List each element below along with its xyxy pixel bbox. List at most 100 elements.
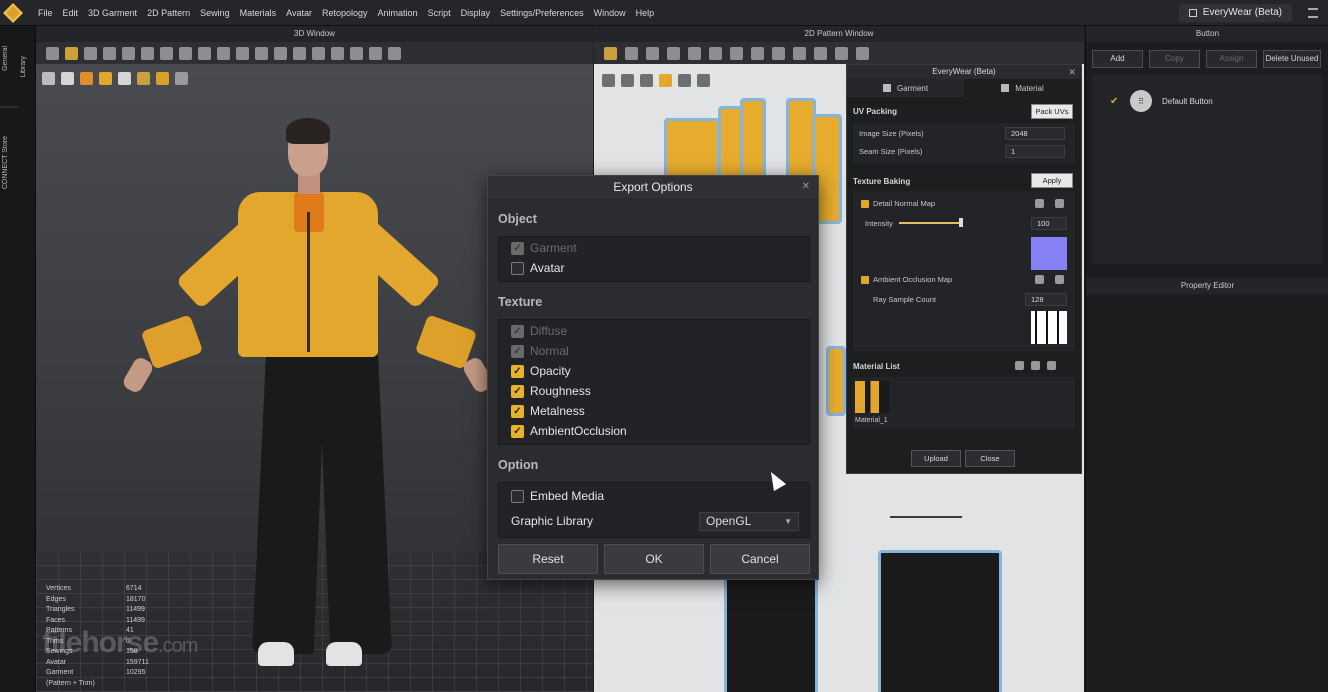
upload-button[interactable]: Upload bbox=[911, 450, 961, 467]
avatar-icon[interactable] bbox=[137, 72, 150, 85]
scissors-icon[interactable] bbox=[621, 74, 634, 87]
close-icon[interactable]: ✕ bbox=[802, 176, 810, 198]
graphic-library-select[interactable]: OpenGL ▼ bbox=[699, 512, 799, 531]
menu-item[interactable]: Materials bbox=[240, 8, 277, 18]
sewing-icon[interactable] bbox=[198, 46, 211, 60]
avatar-checkbox[interactable] bbox=[511, 261, 524, 275]
close-icon[interactable]: ✕ bbox=[1068, 65, 1076, 79]
roughness-option[interactable]: ✓ Roughness bbox=[511, 384, 591, 398]
avatar-figure[interactable] bbox=[120, 118, 506, 682]
menu-item[interactable]: Settings/Preferences bbox=[500, 8, 584, 18]
texture-icon[interactable] bbox=[80, 72, 93, 85]
ao-map-preview[interactable] bbox=[1031, 311, 1067, 344]
embed-media-option[interactable]: Embed Media bbox=[511, 489, 604, 503]
layer-icon[interactable] bbox=[678, 74, 691, 87]
texture-edit-icon[interactable] bbox=[814, 46, 827, 60]
rail-tab-general[interactable]: General bbox=[2, 46, 20, 71]
cancel-button[interactable]: Cancel bbox=[710, 544, 810, 574]
assign-button[interactable]: Assign bbox=[1206, 50, 1257, 68]
copy-button[interactable]: Copy bbox=[1149, 50, 1200, 68]
product-switcher[interactable]: EveryWear (Beta) bbox=[1178, 4, 1292, 22]
load-icon[interactable] bbox=[1035, 199, 1044, 208]
apply-button[interactable]: Apply bbox=[1031, 173, 1073, 188]
rail-tab-connect-store[interactable]: CONNECT Store bbox=[2, 136, 20, 189]
menu-item[interactable]: Sewing bbox=[200, 8, 230, 18]
pattern-piece-pants[interactable] bbox=[724, 576, 818, 692]
edit-pattern-icon[interactable] bbox=[625, 46, 638, 60]
shrink-icon[interactable] bbox=[179, 46, 192, 60]
menu-item[interactable]: Animation bbox=[378, 8, 418, 18]
ambientocclusion-option[interactable]: ✓ AmbientOcclusion bbox=[511, 424, 627, 438]
reset-button[interactable]: Reset bbox=[498, 544, 598, 574]
menu-item[interactable]: Help bbox=[636, 8, 655, 18]
move-icon[interactable] bbox=[46, 46, 59, 60]
delete-unused-button[interactable]: Delete Unused bbox=[1263, 50, 1321, 68]
add-button[interactable]: Add bbox=[1092, 50, 1143, 68]
opacity-option[interactable]: ✓ Opacity bbox=[511, 364, 571, 378]
internal-line-icon[interactable] bbox=[688, 46, 701, 60]
list-item[interactable]: ✔ ⠿ Default Button bbox=[1110, 90, 1213, 112]
trash-icon[interactable] bbox=[1055, 199, 1064, 208]
fabric-icon[interactable] bbox=[99, 72, 112, 85]
image-size-field[interactable]: 2048 bbox=[1005, 127, 1065, 140]
roughness-checkbox[interactable]: ✓ bbox=[511, 384, 524, 398]
pin-icon[interactable] bbox=[103, 46, 116, 60]
copy-icon[interactable] bbox=[1031, 361, 1040, 370]
menu-item[interactable]: Retopology bbox=[322, 8, 368, 18]
dart-icon[interactable] bbox=[709, 46, 722, 60]
avatar-option[interactable]: Avatar bbox=[511, 261, 564, 275]
shirt-icon[interactable] bbox=[61, 72, 74, 85]
normal-map-preview[interactable] bbox=[1031, 237, 1067, 270]
tack-icon[interactable] bbox=[122, 46, 135, 60]
menu-item[interactable]: File bbox=[38, 8, 53, 18]
hamburger-icon[interactable] bbox=[1308, 8, 1318, 18]
ray-sample-select[interactable]: 128 bbox=[1025, 293, 1067, 306]
trash-icon[interactable] bbox=[1055, 275, 1064, 284]
fill-icon[interactable] bbox=[659, 74, 672, 87]
tape-icon[interactable] bbox=[293, 46, 306, 60]
edit-sewing-icon[interactable] bbox=[793, 46, 806, 60]
metalness-checkbox[interactable]: ✓ bbox=[511, 404, 524, 418]
intensity-slider[interactable] bbox=[899, 222, 961, 224]
pack-uvs-button[interactable]: Pack UVs bbox=[1031, 104, 1073, 119]
add-icon[interactable] bbox=[1015, 361, 1024, 370]
tab-garment[interactable]: Garment bbox=[847, 79, 964, 97]
trim-icon[interactable] bbox=[350, 46, 363, 60]
segment-sewing-icon[interactable] bbox=[751, 46, 764, 60]
close-button[interactable]: Close bbox=[965, 450, 1015, 467]
ambientocclusion-checkbox[interactable]: ✓ bbox=[511, 424, 524, 438]
rectangle-icon[interactable] bbox=[646, 46, 659, 60]
save-icon[interactable] bbox=[1047, 361, 1056, 370]
puckering-icon[interactable] bbox=[331, 46, 344, 60]
intensity-slider-handle[interactable] bbox=[959, 218, 963, 227]
metalness-option[interactable]: ✓ Metalness bbox=[511, 404, 585, 418]
button-tool-icon[interactable] bbox=[236, 46, 249, 60]
pattern-piece-pants[interactable] bbox=[878, 550, 1002, 692]
measure-icon[interactable] bbox=[217, 46, 230, 60]
fold-icon[interactable] bbox=[141, 46, 154, 60]
opacity-checkbox[interactable]: ✓ bbox=[511, 364, 524, 378]
ok-button[interactable]: OK bbox=[604, 544, 704, 574]
simulate-icon[interactable] bbox=[42, 72, 55, 85]
embed-media-checkbox[interactable] bbox=[511, 489, 524, 503]
menu-item[interactable]: Avatar bbox=[286, 8, 312, 18]
snapshot-icon[interactable] bbox=[388, 46, 401, 60]
menu-item[interactable]: Script bbox=[428, 8, 451, 18]
shirt-2d-icon[interactable] bbox=[856, 46, 869, 60]
grainline-icon[interactable] bbox=[835, 46, 848, 60]
tab-material[interactable]: Material bbox=[964, 79, 1081, 97]
export-icon[interactable] bbox=[175, 72, 188, 85]
detail-normal-map-checkbox[interactable] bbox=[861, 200, 869, 208]
notch-icon[interactable] bbox=[640, 74, 653, 87]
menu-item[interactable]: Display bbox=[461, 8, 491, 18]
polygon-icon[interactable] bbox=[667, 46, 680, 60]
menu-item[interactable]: 3D Garment bbox=[88, 8, 137, 18]
pattern-piece[interactable] bbox=[826, 346, 846, 416]
menu-item[interactable]: Window bbox=[594, 8, 626, 18]
menu-item[interactable]: Edit bbox=[63, 8, 79, 18]
steam-icon[interactable] bbox=[160, 46, 173, 60]
graphic-icon[interactable] bbox=[369, 46, 382, 60]
pattern-display-icon[interactable] bbox=[156, 72, 169, 85]
transform-pattern-icon[interactable] bbox=[604, 46, 617, 60]
hanger-icon[interactable] bbox=[118, 72, 131, 85]
